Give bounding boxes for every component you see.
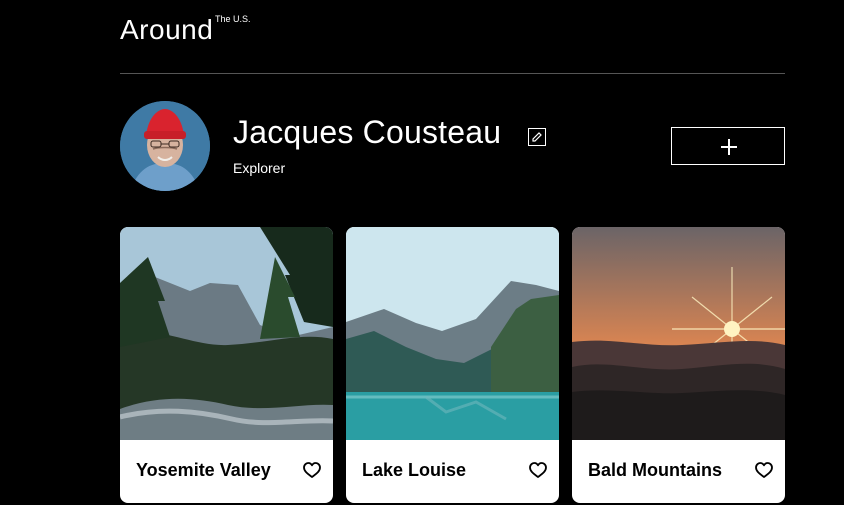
card-title: Bald Mountains bbox=[588, 460, 722, 480]
avatar[interactable] bbox=[120, 101, 210, 191]
profile-name: Jacques Cousteau bbox=[233, 114, 502, 150]
edit-profile-button[interactable] bbox=[528, 128, 546, 146]
heart-outline-icon[interactable] bbox=[755, 462, 773, 479]
heart-outline-icon[interactable] bbox=[529, 462, 547, 479]
profile-job: Explorer bbox=[233, 160, 286, 176]
place-card: Lake Louise bbox=[346, 227, 559, 503]
card-image-bald-mountains[interactable] bbox=[572, 227, 785, 440]
card-title: Yosemite Valley bbox=[136, 460, 271, 480]
card-image-yosemite[interactable] bbox=[120, 227, 333, 440]
profile-section: Jacques Cousteau Explorer bbox=[120, 101, 785, 191]
logo-superscript: The U.S. bbox=[215, 14, 251, 24]
places-gallery: Yosemite Valley Lake Louise Bald Mountai… bbox=[120, 227, 786, 505]
heart-outline-icon[interactable] bbox=[303, 462, 321, 479]
pencil-icon bbox=[532, 132, 542, 142]
plus-icon bbox=[721, 139, 737, 155]
logo-text: Around bbox=[120, 14, 214, 45]
card-image-lake-louise[interactable] bbox=[346, 227, 559, 440]
place-card: Yosemite Valley bbox=[120, 227, 333, 503]
page-header: Around The U.S. bbox=[120, 0, 785, 74]
avatar-portrait-icon bbox=[120, 101, 210, 191]
place-card: Bald Mountains bbox=[572, 227, 785, 503]
card-title: Lake Louise bbox=[362, 460, 467, 480]
add-place-button[interactable] bbox=[671, 127, 785, 165]
